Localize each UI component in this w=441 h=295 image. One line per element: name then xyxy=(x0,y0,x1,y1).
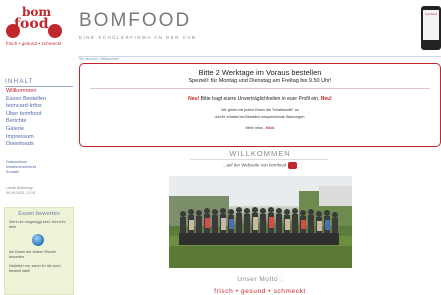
globe-icon[interactable] xyxy=(32,234,44,246)
bomfood-mini-logo-icon xyxy=(288,162,298,169)
header: bom food frisch • gesund • schmeckt BOMF… xyxy=(0,0,441,61)
more-info-label: Mehr Infos - xyxy=(245,126,266,130)
new-badge: Neu! xyxy=(320,96,332,102)
apple-icon xyxy=(48,24,62,38)
sidebar-divider xyxy=(5,86,73,87)
group-photo-illustration xyxy=(169,176,352,268)
notice-info-line-2: und ihr erhaltet bei Bestellen entsprech… xyxy=(214,115,306,119)
nav-item-willkommen[interactable]: Willkommen xyxy=(6,88,74,96)
rate-text-1: Wenn ihr eingeloggt seid, könnt ihr über xyxy=(9,220,66,229)
group-photo xyxy=(169,176,352,268)
phone-screen-label: bomfood xyxy=(423,10,439,40)
nav-item-bomcard-infos[interactable]: bomcard-Infos xyxy=(6,103,74,111)
nav-item-galerie[interactable]: Galerie xyxy=(6,126,74,134)
nav-item-impressum[interactable]: Impressum xyxy=(6,134,74,142)
welcome-subtitle-text: ...auf der Webseite von bomfood xyxy=(222,162,287,168)
logo-slogan: frisch • gesund • schmeckt xyxy=(6,41,62,46)
notice-info-line-1: Wir geben bei jedem Essen die "Inhaltsst… xyxy=(221,108,299,112)
welcome-subtitle: ...auf der Webseite von bomfood xyxy=(79,162,441,169)
header-divider xyxy=(78,56,441,57)
notice-allergy-warning: Neu! Bitte tragt euere Unverträglichkeit… xyxy=(80,96,440,102)
bomfood-logo[interactable]: bom food frisch • gesund • schmeckt xyxy=(4,4,70,52)
notice-more-info: Mehr Infos - Klick xyxy=(80,126,440,130)
sidebar-heading: INHALT xyxy=(5,78,34,85)
welcome-divider xyxy=(190,159,328,160)
site-title: BOMFOOD xyxy=(79,10,192,31)
link-kontakt[interactable]: Kontakt xyxy=(6,170,74,175)
rate-title: Essen bewerten xyxy=(18,211,60,217)
motto-words: frisch • gesund • schmeckt xyxy=(214,288,306,295)
notice-subline: Speziell: für Montag und Dienstag am Fre… xyxy=(188,78,332,84)
nav-item-berichte[interactable]: Berichte xyxy=(6,118,74,126)
last-updated-label: Letzte Änderung: xyxy=(6,186,34,190)
breadcrumb: Sie sind hier: Willkommen xyxy=(79,57,120,61)
rate-text-2: die Essen der letzten Woche bewerten. xyxy=(9,250,56,259)
apple-icon xyxy=(6,24,20,38)
mobile-app-icon[interactable]: bomfood xyxy=(421,6,441,50)
notice-divider xyxy=(90,88,430,89)
last-updated-value: 09.09.2015, 17:15 xyxy=(6,191,35,195)
welcome-title: WILLKOMMEN xyxy=(229,149,291,158)
main-navigation: Willkommen Essen Bestellen bomcard-Infos… xyxy=(6,88,74,149)
new-badge: Neu! xyxy=(188,96,200,102)
order-notice-box: Bitte 2 Werktage im Voraus bestellen Spe… xyxy=(79,63,441,147)
site-subtitle: EINE SCHÜLERFIRMA AN DER CVB xyxy=(79,35,197,40)
nav-item-ueber-bomfood[interactable]: Über bomfood xyxy=(6,111,74,119)
nav-item-downloads[interactable]: Downloads xyxy=(6,141,74,149)
notice-headline: Bitte 2 Werktage im Voraus bestellen xyxy=(198,68,322,77)
rate-meals-box: Essen bewerten Wenn ihr eingeloggt seid,… xyxy=(4,207,74,295)
more-info-link[interactable]: Klick xyxy=(266,126,275,130)
warning-text: Bitte tragt euere Unverträglichkeiten in… xyxy=(199,96,321,102)
nav-item-essen-bestellen[interactable]: Essen Bestellen xyxy=(6,96,74,104)
motto-label: Unser Motto : xyxy=(237,276,283,283)
rate-text-3: Natürlich nur, wenn ihr die auch bestell… xyxy=(9,264,61,273)
